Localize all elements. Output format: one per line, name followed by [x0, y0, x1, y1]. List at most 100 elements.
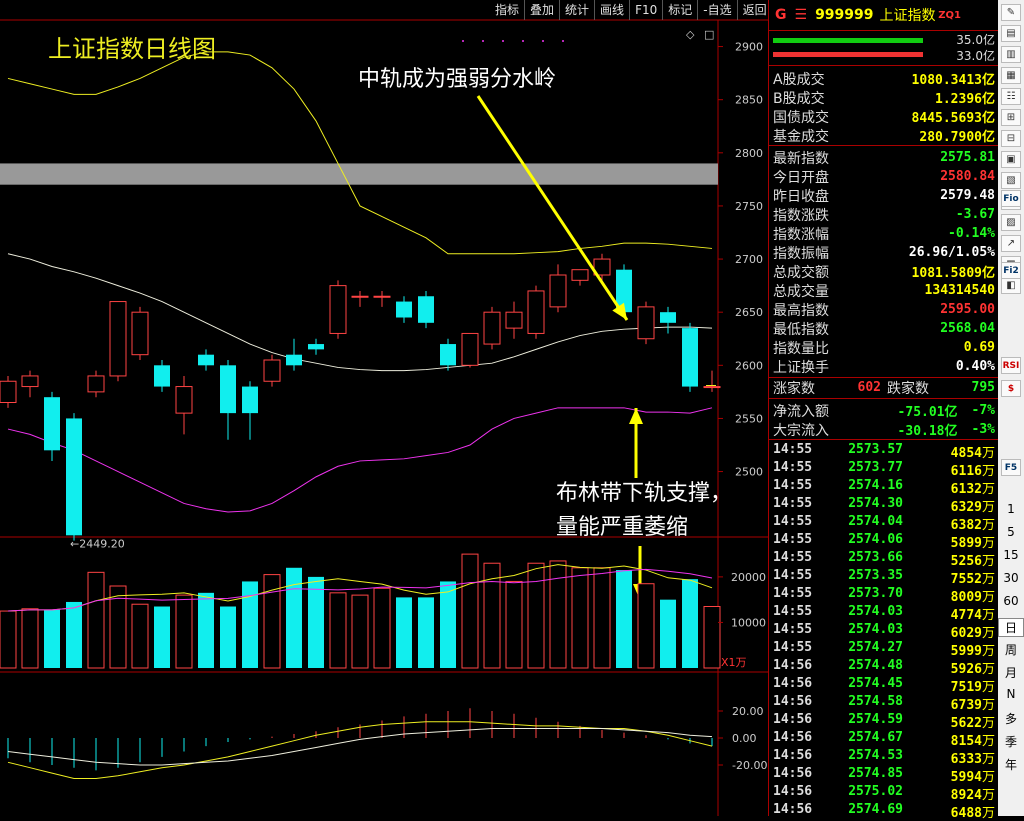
toolbar-tool-icon[interactable]: ⊞ — [1001, 109, 1021, 126]
volume-bar — [373, 587, 391, 669]
timeframe-5[interactable]: 季 — [998, 733, 1024, 750]
row-value: 1081.5809亿 — [911, 266, 995, 281]
row-label: 基金成交 — [773, 128, 829, 145]
timeframe-0[interactable]: 日 — [998, 618, 1024, 637]
period-5min[interactable]: 5 — [998, 525, 1024, 539]
toolbar-tool-icon[interactable]: ▨ — [1001, 214, 1021, 231]
period-30min[interactable]: 30 — [998, 571, 1024, 585]
tick-price: 2574.16 — [848, 478, 903, 493]
row-value: 2595.00 — [940, 302, 995, 317]
tick-volume: 4774万 — [950, 608, 995, 623]
row-value: 134314540 — [924, 283, 995, 298]
candle-body — [440, 344, 456, 366]
sidebar-fio-icon[interactable]: Fio — [1001, 190, 1021, 207]
toolbar-tool-icon[interactable]: ◧ — [1001, 277, 1021, 294]
tick-row: 14:56 2574.45 7519万 — [773, 676, 995, 695]
macd-tick-label: 0.00 — [732, 732, 757, 745]
tick-volume: 6132万 — [950, 482, 995, 497]
index-row: 最低指数 2568.04 — [773, 319, 995, 338]
tick-price: 2574.30 — [848, 496, 903, 511]
tick-row: 14:55 2574.04 6382万 — [773, 514, 995, 533]
index-row: 昨日收盘 2579.48 — [773, 186, 995, 205]
toolbar-indicator-button[interactable]: 指标 — [490, 0, 524, 20]
tick-row: 14:56 2574.58 6739万 — [773, 694, 995, 713]
tick-volume: 5256万 — [950, 554, 995, 569]
tick-time: 14:55 — [773, 604, 813, 619]
toolbar-back-button[interactable]: 返回 — [736, 0, 772, 20]
candle-body — [660, 312, 676, 323]
tick-volume: 5899万 — [950, 536, 995, 551]
sidebar-fi2-icon[interactable]: Fi2 — [1001, 262, 1021, 279]
row-value: 0.40% — [955, 359, 995, 374]
price-tick-label: 2650 — [735, 306, 763, 319]
toolbar-tool-icon[interactable]: ▦ — [1001, 67, 1021, 84]
toolbar-tool-icon[interactable]: ☷ — [1001, 88, 1021, 105]
row-value: -3.67 — [955, 207, 995, 222]
tick-time: 14:55 — [773, 640, 813, 655]
toolbar-tool-icon[interactable]: ⊟ — [1001, 130, 1021, 147]
turnover-row: 基金成交 280.7900亿 — [773, 126, 995, 146]
timeframe-2[interactable]: 月 — [998, 664, 1024, 681]
timeframe-6[interactable]: 年 — [998, 756, 1024, 773]
candle-body — [286, 354, 302, 366]
sidebar-dollar-icon[interactable]: $ — [1001, 380, 1021, 397]
row-label: 净流入额 — [773, 403, 829, 420]
tick-price: 2573.35 — [848, 568, 903, 583]
annotation-lower-1: 布林带下轨支撑， — [556, 481, 732, 506]
timeframe-3[interactable]: N — [998, 687, 1024, 701]
toolbar-tool-icon[interactable]: ✎ — [1001, 4, 1021, 21]
turnover-row: 国债成交 8445.5693亿 — [773, 107, 995, 127]
candle-body — [242, 386, 258, 414]
toolbar-tool-icon[interactable]: ▤ — [1001, 25, 1021, 42]
tick-row: 14:55 2573.66 5256万 — [773, 550, 995, 569]
volume-unit-label: X1万 — [721, 656, 747, 669]
tick-price: 2574.58 — [848, 694, 903, 709]
tick-row: 14:56 2575.02 8924万 — [773, 784, 995, 803]
period-60min[interactable]: 60 — [998, 594, 1024, 608]
row-value: 1080.3413亿 — [911, 73, 995, 88]
sidebar-f5-icon[interactable]: F5 — [1001, 459, 1021, 476]
flow-pct: -7% — [971, 403, 995, 418]
index-row: 上证换手 0.40% — [773, 357, 995, 376]
toolbar-overlay-button[interactable]: 叠加 — [524, 0, 559, 20]
toolbar-f10-button[interactable]: F10 — [629, 0, 662, 20]
tick-volume: 8009万 — [950, 590, 995, 605]
volume-bar — [637, 583, 655, 669]
candle-body — [418, 296, 434, 323]
row-label: 总成交额 — [773, 264, 829, 281]
row-label: 昨日收盘 — [773, 188, 829, 205]
timeframe-4[interactable]: 多 — [998, 710, 1024, 727]
zq-badge: ZQ1 — [938, 9, 961, 21]
toolbar-watchlist-button[interactable]: -自选 — [697, 0, 736, 20]
row-label: A股成交 — [773, 71, 825, 88]
row-label: 今日开盘 — [773, 169, 829, 186]
toolbar-draw-button[interactable]: 画线 — [594, 0, 629, 20]
chart-title: 上证指数日线图 — [48, 35, 216, 63]
toolbar-mark-button[interactable]: 标记 — [662, 0, 697, 20]
period-15min[interactable]: 15 — [998, 548, 1024, 562]
period-1min[interactable]: 1 — [998, 502, 1024, 516]
toolbar-tool-icon[interactable]: ▣ — [1001, 151, 1021, 168]
row-value: 26.96/1.05% — [908, 245, 995, 260]
timeframe-1[interactable]: 周 — [998, 641, 1024, 658]
tick-time: 14:56 — [773, 802, 813, 817]
kline-chart[interactable]: 2500 2550 2600 2650 2700 2750 2800 2850 2900 ←244… — [0, 0, 768, 816]
volume-bar — [440, 581, 456, 668]
marker-dot — [562, 40, 564, 42]
tick-volume: 7552万 — [950, 572, 995, 587]
tick-price: 2574.85 — [848, 766, 903, 781]
volume-bar — [549, 560, 567, 669]
tick-volume: 5926万 — [950, 662, 995, 677]
tick-volume: 4854万 — [950, 446, 995, 461]
marker-dot — [542, 40, 544, 42]
tick-row: 14:55 2574.30 6329万 — [773, 496, 995, 515]
toolbar-stats-button[interactable]: 统计 — [559, 0, 594, 20]
menu-icon[interactable]: ☰ — [795, 7, 808, 23]
toolbar-tool-icon[interactable]: ▥ — [1001, 46, 1021, 63]
sidebar-rsi-icon[interactable]: RSI — [1001, 357, 1021, 374]
flow-value: -75.01亿 — [897, 405, 958, 420]
toolbar-tool-icon[interactable]: ↗ — [1001, 235, 1021, 252]
toolbar-tool-icon[interactable]: ▧ — [1001, 172, 1021, 189]
candle-body — [109, 301, 127, 377]
tick-row: 14:56 2574.85 5994万 — [773, 766, 995, 785]
